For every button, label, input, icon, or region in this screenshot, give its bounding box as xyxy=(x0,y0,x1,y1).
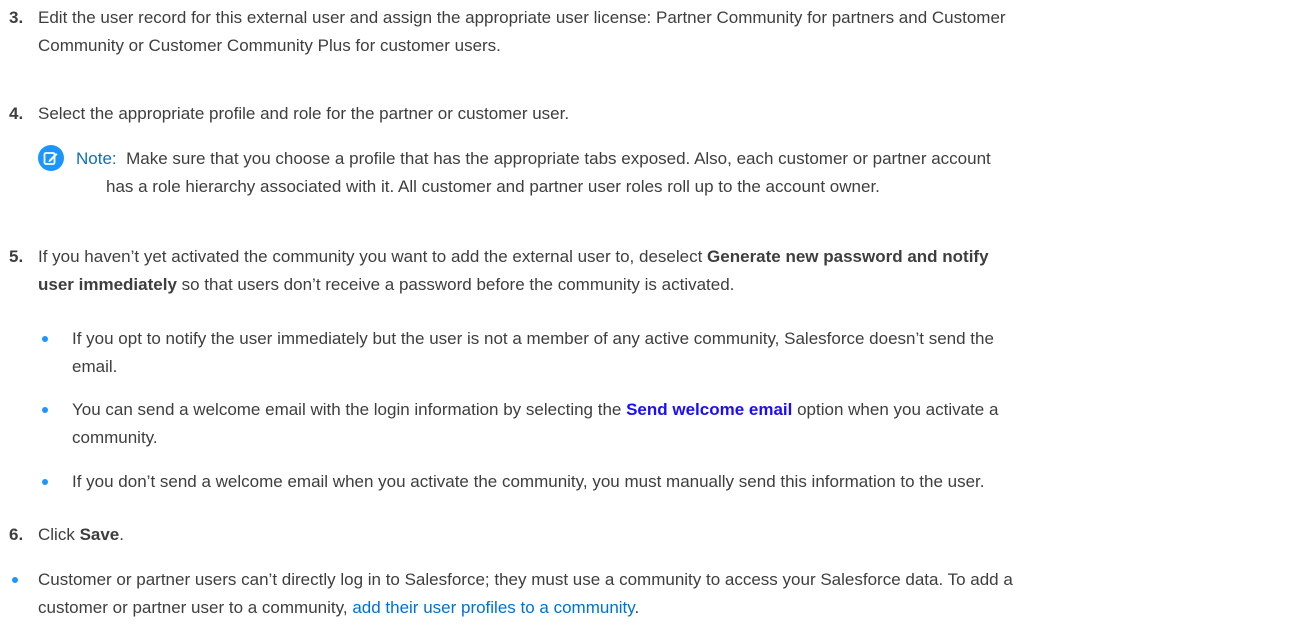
step-number: 6. xyxy=(9,525,24,544)
step-number: 4. xyxy=(9,104,24,123)
list-item-line: community. xyxy=(72,428,158,447)
step-text: Click Save. xyxy=(38,521,1300,549)
text-run: Click xyxy=(38,525,80,544)
note-callout: Note: Make sure that you choose a profil… xyxy=(0,145,1300,205)
step-number: 5. xyxy=(9,247,24,266)
step-text: If you haven’t yet activated the communi… xyxy=(38,243,1300,299)
ui-option-label: user immediately xyxy=(38,275,177,294)
document-page: 3. Edit the user record for this externa… xyxy=(0,0,1308,643)
step-text: Edit the user record for this external u… xyxy=(38,4,1300,60)
step-text: Select the appropriate profile and role … xyxy=(38,104,570,123)
text-run: . xyxy=(634,598,640,617)
list-item-line: customer or partner user to a community,… xyxy=(38,594,1304,622)
text-run: . xyxy=(119,525,124,544)
list-item-line: If you opt to notify the user immediatel… xyxy=(72,329,994,348)
step-text-line: user immediately so that users don’t rec… xyxy=(38,271,1300,299)
add-profiles-link[interactable]: add their user profiles to a community xyxy=(352,598,634,617)
text-run: If you haven’t yet activated the communi… xyxy=(38,247,708,266)
note-line: Note: Make sure that you choose a profil… xyxy=(76,145,1296,173)
list-item-line: You can send a welcome email with the lo… xyxy=(72,396,1306,424)
note-body: Note: Make sure that you choose a profil… xyxy=(76,145,1296,201)
note-edit-icon xyxy=(38,145,64,171)
ui-button-label: Save xyxy=(79,525,120,544)
text-run: option when you activate a xyxy=(792,400,999,419)
list-item-text: Customer or partner users can’t directly… xyxy=(38,566,1304,622)
bullet-icon xyxy=(42,336,48,342)
ui-option-label: Generate new password and notify xyxy=(707,247,989,266)
list-item-text: If you don’t send a welcome email when y… xyxy=(72,472,985,491)
bullet-icon xyxy=(42,479,48,485)
note-line: has a role hierarchy associated with it.… xyxy=(106,177,880,196)
list-item-line: Customer or partner users can’t directly… xyxy=(38,570,1013,589)
text-run: You can send a welcome email with the lo… xyxy=(72,400,627,419)
list-item-line: email. xyxy=(72,357,118,376)
note-text: Make sure that you choose a profile that… xyxy=(126,149,991,168)
step-text-line: If you haven’t yet activated the communi… xyxy=(38,243,1300,271)
text-run: so that users don’t receive a password b… xyxy=(176,275,735,294)
text-run: customer or partner user to a community, xyxy=(38,598,353,617)
step-number: 3. xyxy=(9,8,24,27)
bullet-icon xyxy=(12,577,18,583)
bullet-icon xyxy=(42,407,48,413)
list-item-text: You can send a welcome email with the lo… xyxy=(72,396,1306,452)
send-welcome-email-link[interactable]: Send welcome email xyxy=(626,400,792,419)
note-label: Note: xyxy=(76,149,117,168)
list-item-text: If you opt to notify the user immediatel… xyxy=(72,325,1302,381)
step-text-line: Edit the user record for this external u… xyxy=(38,8,1006,27)
step-text-line: Community or Customer Community Plus for… xyxy=(38,36,501,55)
